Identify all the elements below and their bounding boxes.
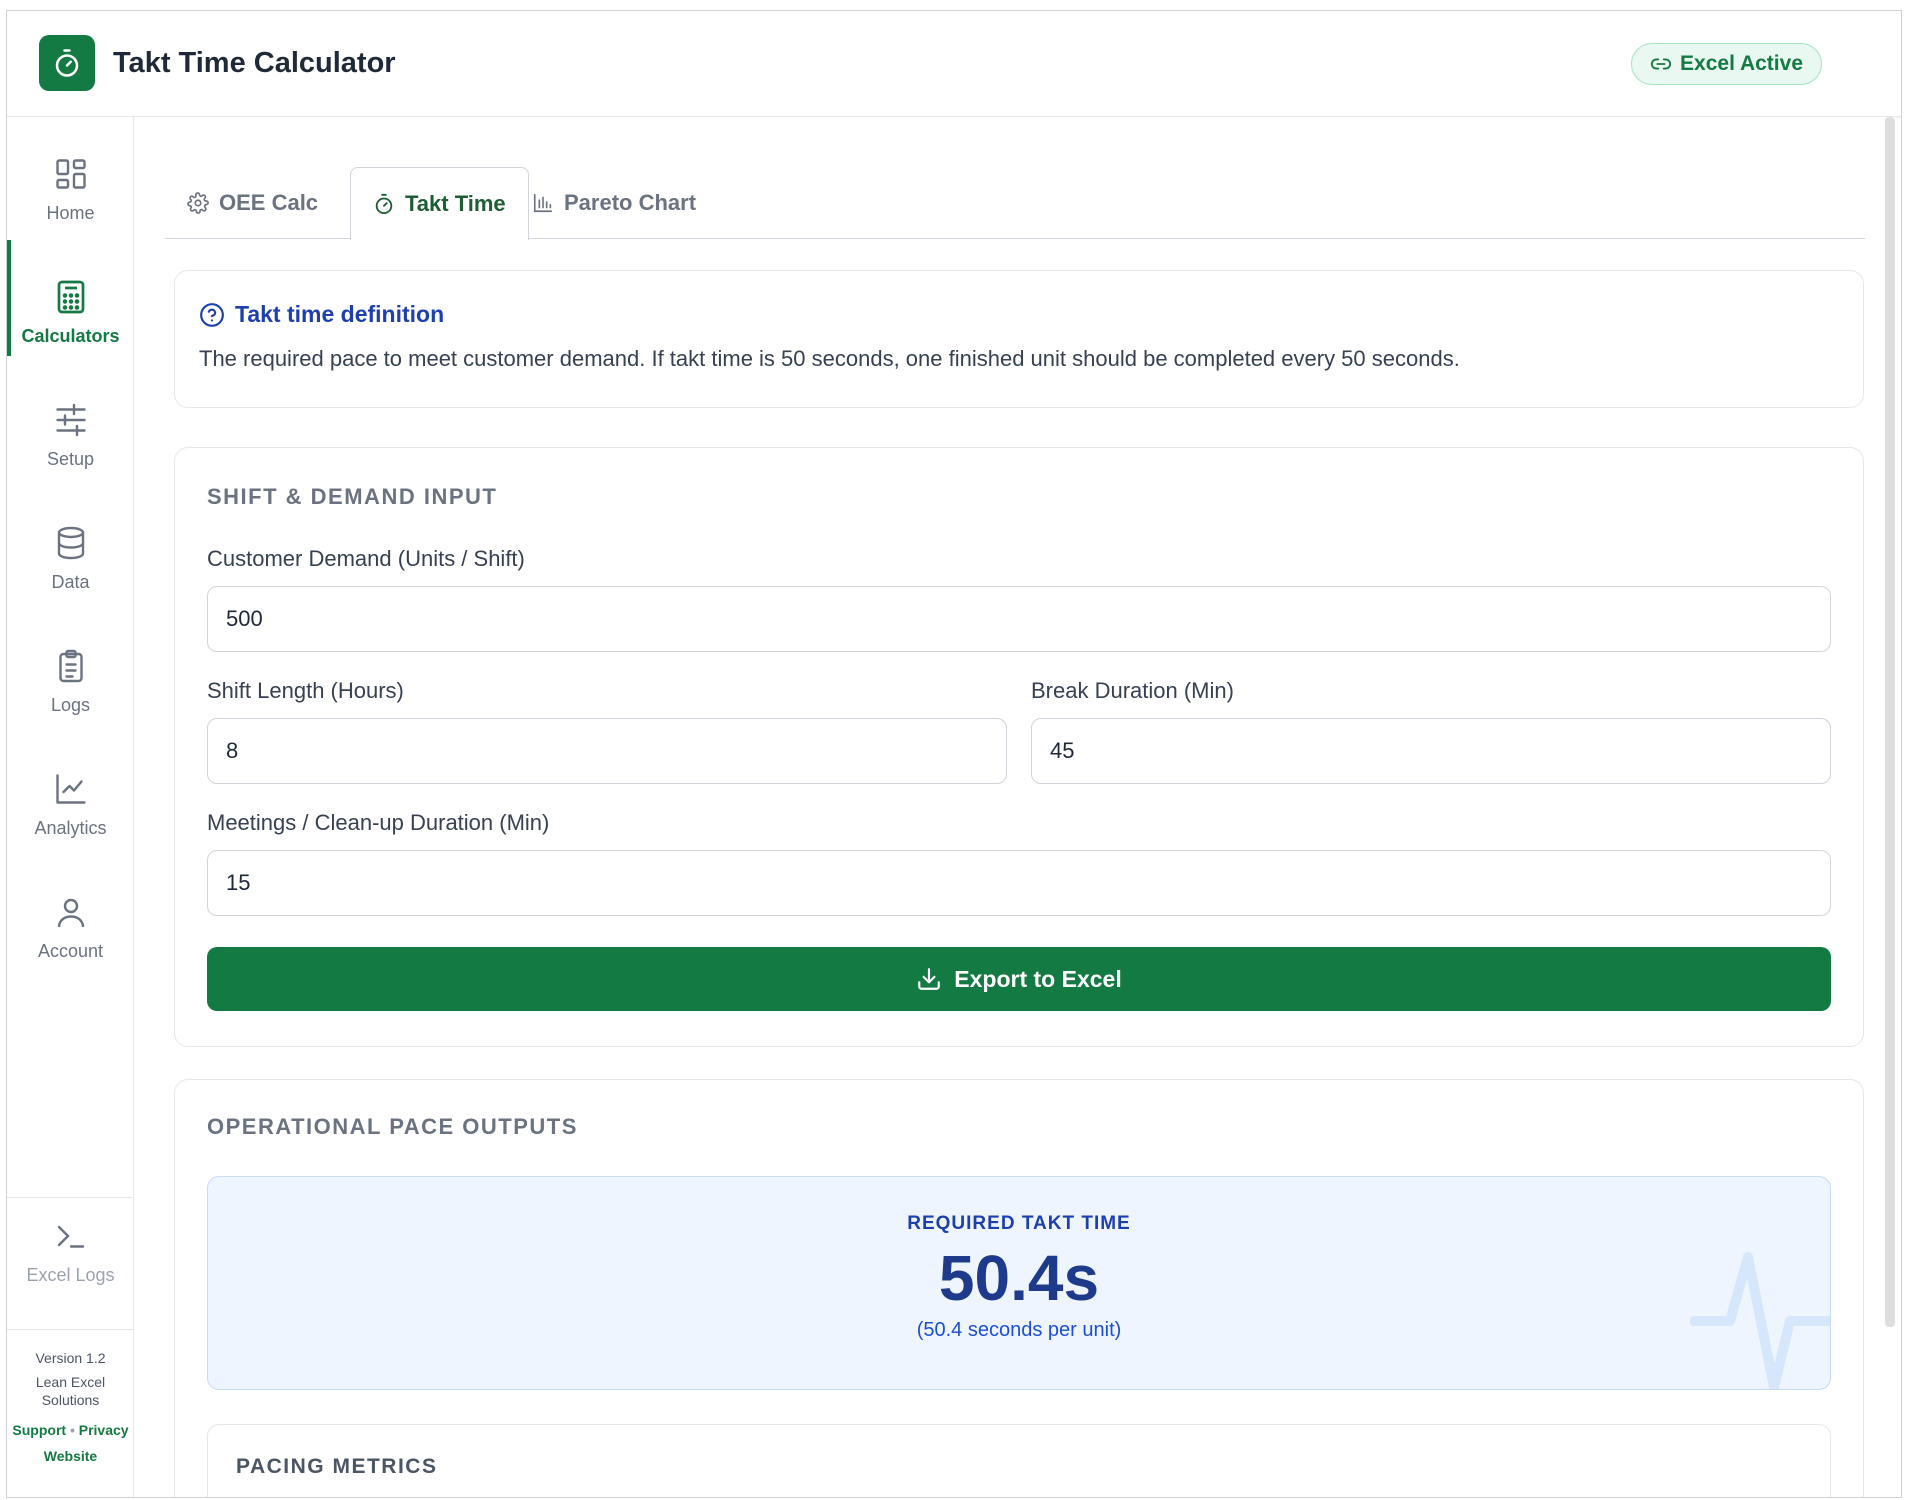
tab-label: OEE Calc	[219, 190, 319, 215]
sidebar-item-logs[interactable]: Logs	[7, 609, 134, 725]
takt-value: 50.4s	[938, 1242, 1100, 1314]
footer-links: Support • Privacy Website	[7, 1417, 134, 1469]
sidebar-item-label: Analytics	[34, 818, 107, 838]
export-to-excel-button[interactable]: Export to Excel	[207, 947, 1831, 1011]
main-content: OEE Calc Takt Time Pareto Chart Takt tim…	[135, 117, 1895, 1497]
field-label: Customer Demand (Units / Shift)	[207, 546, 525, 571]
sidebar-item-label: Account	[37, 941, 104, 961]
takt-time-result: REQUIRED TAKT TIME 50.4s (50.4 seconds p…	[207, 1176, 1831, 1390]
help-circle-icon	[200, 302, 224, 327]
sidebar-item-setup[interactable]: Setup	[7, 363, 134, 479]
sidebar-item-calculators[interactable]: Calculators	[7, 240, 134, 356]
calculator-icon	[52, 278, 90, 316]
app-header: Takt Time Calculator Excel Active	[7, 11, 1901, 117]
info-title-text: Takt time definition	[235, 301, 445, 327]
excel-logs-label: Excel Logs	[26, 1265, 115, 1285]
grid-icon	[52, 155, 90, 193]
sidebar-item-data[interactable]: Data	[7, 486, 134, 602]
sidebar-item-label: Data	[51, 572, 90, 592]
info-text: The required pace to meet customer deman…	[199, 346, 1460, 371]
sidebar-item-label: Home	[46, 203, 95, 223]
field-label: Break Duration (Min)	[1031, 678, 1234, 703]
privacy-link[interactable]: Privacy	[79, 1422, 129, 1438]
sliders-icon	[52, 401, 90, 439]
company-text: Lean Excel Solutions	[35, 1374, 106, 1408]
meetings-input[interactable]: 15	[207, 850, 1831, 916]
shift-length-field: Shift Length (Hours) 8	[207, 678, 1007, 784]
sidebar-divider	[7, 1197, 134, 1198]
field-label: Meetings / Clean-up Duration (Min)	[207, 810, 550, 835]
takt-subtext: (50.4 seconds per unit)	[916, 1319, 1122, 1341]
support-link[interactable]: Support	[12, 1422, 66, 1438]
excel-status-label: Excel Active	[1680, 52, 1803, 75]
terminal-icon	[52, 1217, 90, 1255]
stopwatch-icon	[375, 193, 393, 215]
shift-length-input[interactable]: 8	[207, 718, 1007, 784]
info-title: Takt time definition	[199, 301, 1839, 328]
section-title: SHIFT & DEMAND INPUT	[207, 484, 498, 509]
export-button-label: Export to Excel	[954, 965, 1122, 992]
demand-input[interactable]: 500	[207, 586, 1831, 652]
sidebar-item-home[interactable]: Home	[7, 117, 134, 233]
user-icon	[52, 893, 90, 931]
sidebar-item-excel-logs[interactable]: Excel Logs	[7, 1217, 134, 1286]
stopwatch-icon	[55, 49, 79, 77]
app-window: Takt Time Calculator Excel Active Home C…	[6, 10, 1902, 1498]
sidebar-meta: Version 1.2 Lean Excel Solutions Support…	[7, 1349, 134, 1469]
field-label: Shift Length (Hours)	[207, 678, 404, 703]
bar-chart-icon	[533, 193, 553, 213]
scrollbar[interactable]	[1885, 117, 1895, 1327]
meetings-field: Meetings / Clean-up Duration (Min) 15	[207, 810, 1831, 916]
sidebar-item-label: Setup	[46, 449, 95, 469]
download-icon	[918, 968, 941, 990]
app-title: Takt Time Calculator	[113, 47, 396, 79]
pulse-icon	[1690, 1252, 1830, 1389]
database-icon	[52, 524, 90, 562]
tab-takt-time[interactable]: Takt Time	[350, 167, 529, 240]
takt-label: REQUIRED TAKT TIME	[907, 1213, 1131, 1234]
tab-label: Pareto Chart	[564, 190, 697, 215]
sidebar-item-analytics[interactable]: Analytics	[7, 732, 134, 848]
pacing-metrics-title: PACING METRICS	[236, 1455, 438, 1478]
section-title: OPERATIONAL PACE OUTPUTS	[207, 1114, 578, 1139]
takt-definition-card: Takt time definition The required pace t…	[174, 270, 1864, 408]
pacing-metrics-panel: PACING METRICS	[207, 1424, 1831, 1497]
line-chart-icon	[52, 770, 90, 808]
link-icon	[1651, 58, 1672, 70]
app-logo	[39, 35, 95, 91]
website-link[interactable]: Website	[44, 1448, 97, 1464]
link-separator: •	[69, 1422, 75, 1438]
tab-oee-calc[interactable]: OEE Calc	[165, 167, 340, 239]
shift-demand-card: SHIFT & DEMAND INPUT Customer Demand (Un…	[174, 447, 1864, 1047]
sidebar-item-account[interactable]: Account	[7, 855, 134, 971]
demand-field: Customer Demand (Units / Shift) 500	[207, 546, 1831, 652]
tab-bar: OEE Calc Takt Time Pareto Chart	[165, 167, 1865, 240]
excel-status-badge[interactable]: Excel Active	[1631, 43, 1822, 85]
clipboard-icon	[52, 647, 90, 685]
operational-pace-card: OPERATIONAL PACE OUTPUTS REQUIRED TAKT T…	[174, 1079, 1864, 1497]
gear-icon	[187, 192, 209, 214]
break-duration-input[interactable]: 45	[1031, 718, 1831, 784]
break-duration-field: Break Duration (Min) 45	[1031, 678, 1831, 784]
sidebar-item-label: Logs	[50, 695, 91, 715]
version-text: Version 1.2	[35, 1350, 106, 1366]
sidebar: Home Calculators Setup Data Logs Analyti…	[7, 117, 134, 1497]
sidebar-divider	[7, 1329, 134, 1330]
tab-pareto-chart[interactable]: Pareto Chart	[510, 167, 718, 239]
sidebar-item-label: Calculators	[21, 326, 120, 346]
tab-label: Takt Time	[405, 191, 506, 216]
